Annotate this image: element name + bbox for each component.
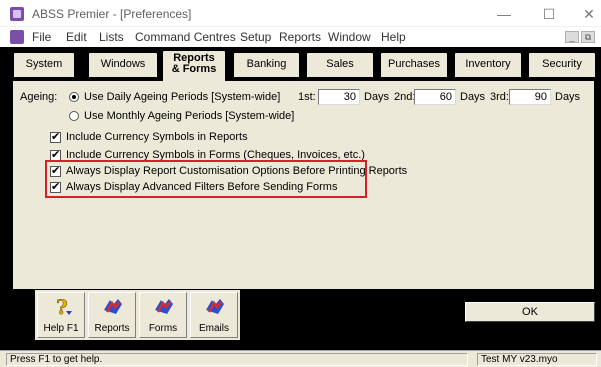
emails-icon [206, 299, 224, 314]
monthly-ageing-label[interactable]: Use Monthly Ageing Periods [System-wide] [84, 110, 294, 122]
mdi-restore-button[interactable]: ⧉ [581, 31, 595, 43]
mdi-minimize-button[interactable]: _ [565, 31, 579, 43]
first-period-days: Days [364, 91, 390, 103]
window-title: ABSS Premier - [Preferences] [32, 7, 192, 21]
ok-button[interactable]: OK [464, 301, 596, 323]
menu-bar: File Edit Lists Command Centres Setup Re… [0, 27, 601, 47]
maximize-button[interactable]: ☐ [534, 4, 564, 24]
menu-lists[interactable]: Lists [99, 30, 124, 44]
help-icon: ? [56, 296, 72, 318]
monthly-ageing-radio[interactable] [69, 111, 79, 121]
menu-command-centres[interactable]: Command Centres [135, 30, 236, 44]
tab-system[interactable]: System [13, 52, 75, 77]
menu-help[interactable]: Help [381, 30, 406, 44]
currency-reports-checkbox[interactable] [50, 130, 61, 143]
menu-edit[interactable]: Edit [66, 30, 87, 44]
tab-inventory[interactable]: Inventory [454, 52, 522, 77]
emails-button[interactable]: Emails [190, 292, 238, 338]
daily-ageing-label[interactable]: Use Daily Ageing Periods [System-wide] [84, 91, 280, 103]
svg-text:?: ? [56, 296, 68, 318]
forms-icon [155, 299, 173, 314]
highlight-box [45, 160, 367, 198]
status-hint: Press F1 to get help. [6, 353, 468, 366]
status-file: Test MY v23.myo [477, 353, 597, 366]
tab-sales[interactable]: Sales [306, 52, 374, 77]
tab-reports-forms[interactable]: Reports & Forms [162, 50, 226, 81]
tab-banking[interactable]: Banking [233, 52, 300, 77]
reports-icon [104, 299, 122, 314]
status-bar: Press F1 to get help. Test MY v23.myo [0, 350, 601, 367]
menu-window[interactable]: Window [328, 30, 371, 44]
tab-reports-forms-line2: & Forms [171, 63, 217, 75]
second-period-field[interactable]: 60 [414, 89, 456, 105]
tab-purchases[interactable]: Purchases [380, 52, 448, 77]
title-bar: ABSS Premier - [Preferences] — ☐ ✕ [0, 0, 601, 27]
menu-file[interactable]: File [32, 30, 51, 44]
third-period-days: Days [555, 91, 581, 103]
first-period-field[interactable]: 30 [318, 89, 360, 105]
reports-label: Reports [94, 323, 130, 334]
ageing-label: Ageing: [20, 91, 58, 103]
tab-windows[interactable]: Windows [88, 52, 158, 77]
document-icon[interactable] [10, 30, 24, 44]
second-period-days: Days [460, 91, 486, 103]
forms-label: Forms [148, 323, 178, 334]
close-button[interactable]: ✕ [574, 4, 601, 24]
currency-reports-label[interactable]: Include Currency Symbols in Reports [66, 131, 248, 143]
daily-ageing-radio[interactable] [69, 92, 79, 102]
app-icon [10, 7, 24, 21]
third-period-field[interactable]: 90 [509, 89, 551, 105]
first-period-label: 1st: [298, 91, 316, 103]
help-label: Help F1 [43, 323, 79, 334]
emails-label: Emails [198, 323, 229, 334]
third-period-label: 3rd: [490, 91, 509, 103]
forms-button[interactable]: Forms [139, 292, 187, 338]
menu-reports[interactable]: Reports [279, 30, 321, 44]
reports-button[interactable]: Reports [88, 292, 136, 338]
help-button[interactable]: ? Help F1 [37, 292, 85, 338]
minimize-button[interactable]: — [489, 4, 519, 24]
menu-setup[interactable]: Setup [240, 30, 271, 44]
tab-security[interactable]: Security [528, 52, 596, 77]
second-period-label: 2nd: [394, 91, 416, 103]
